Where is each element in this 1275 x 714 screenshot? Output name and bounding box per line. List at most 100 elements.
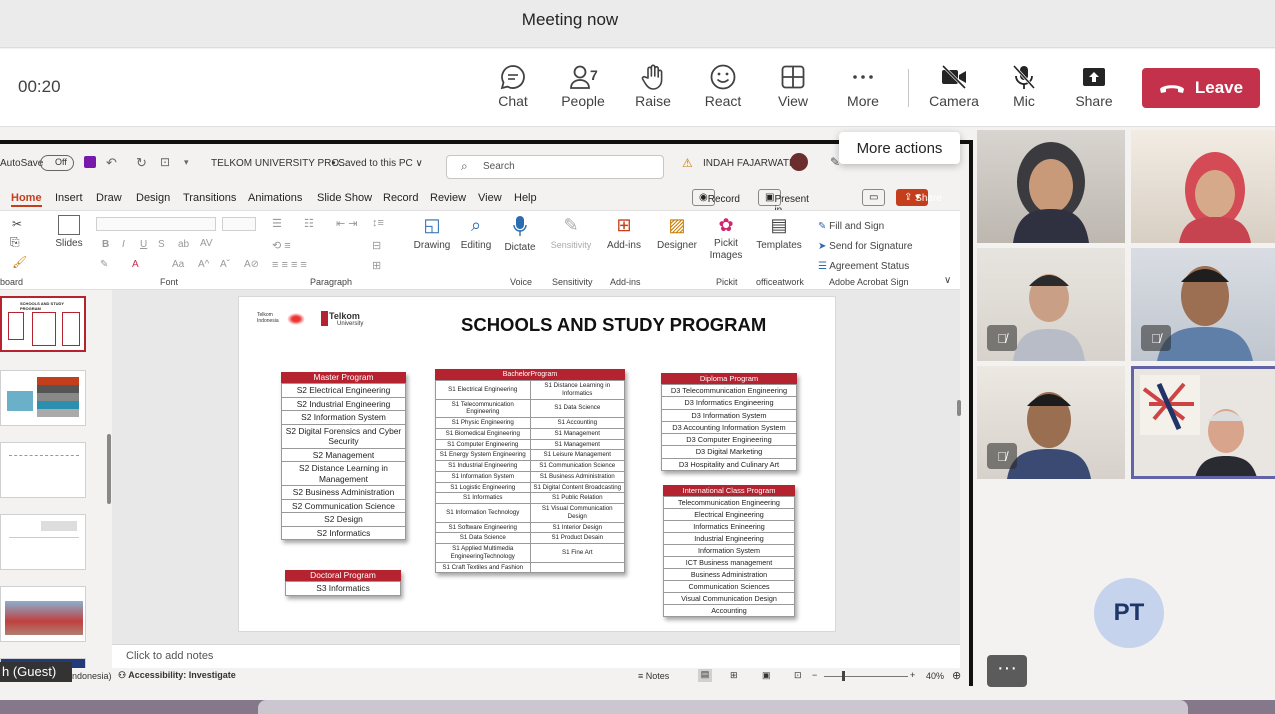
send-signature-button[interactable]: ➤ Send for Signature [818, 237, 913, 257]
user-name[interactable]: INDAH FAJARWATI [703, 158, 792, 169]
tab-home[interactable]: Home [11, 192, 42, 207]
autosave-toggle[interactable]: Off [40, 155, 74, 171]
fill-sign-button[interactable]: ✎ Fill and Sign [818, 217, 913, 237]
tab-design[interactable]: Design [136, 192, 170, 204]
line-spacing-button[interactable]: ↕≡ [372, 217, 384, 229]
tab-slide-show[interactable]: Slide Show [317, 192, 372, 204]
fit-slide-icon[interactable]: ⊕ [952, 669, 961, 682]
slide-thumbnails[interactable]: SCHOOLS AND STUDY PROGRAM [0, 290, 112, 670]
smartart-button[interactable]: ⊞ [372, 259, 381, 272]
shadow-button[interactable]: ab [178, 239, 189, 250]
underline-button[interactable]: U [140, 239, 147, 250]
slide-thumbnail[interactable] [0, 514, 86, 570]
slide-thumbnail[interactable] [0, 442, 86, 498]
grow-font-button[interactable]: A^ [198, 259, 209, 270]
view-button[interactable]: View [758, 59, 828, 109]
zoom-level[interactable]: 40% [926, 671, 944, 681]
sensitivity-button[interactable]: ✎ Sensitivity [548, 215, 594, 250]
text-direction-button[interactable]: ⟲ ≡ [272, 239, 291, 252]
current-slide[interactable]: Telkom Indonesia Telkom University SCHOO… [238, 296, 836, 632]
italic-button[interactable]: I [122, 239, 125, 250]
zoom-out-button[interactable]: − [812, 670, 817, 680]
strike-button[interactable]: S [158, 239, 165, 250]
clear-format-button[interactable]: A⊘ [244, 259, 259, 270]
participant-video[interactable] [977, 130, 1125, 243]
slide-thumbnail[interactable] [0, 370, 86, 426]
redo-icon[interactable]: ↻ [136, 155, 147, 171]
normal-view-icon[interactable]: ▤ [698, 669, 712, 682]
templates-button[interactable]: ▤ Templates [756, 215, 802, 251]
ppt-share-button[interactable]: ⇪ Share ▾ [896, 189, 942, 206]
indent-button[interactable]: ⇤ ⇥ [336, 217, 358, 230]
canvas-scrollbar[interactable] [957, 400, 961, 416]
powerpoint-window[interactable]: AutoSave Off ↶ ↻ ⊡ ▾ TELKOM UNIVERSITY P… [0, 144, 969, 686]
editing-button[interactable]: ⌕ Editing [456, 215, 496, 251]
tab-review[interactable]: Review [430, 192, 466, 204]
shrink-font-button[interactable]: Aˇ [220, 259, 230, 270]
tab-help[interactable]: Help [514, 192, 537, 204]
participant-video[interactable]: 🎙̸ [1131, 248, 1275, 361]
present-quick-icon[interactable]: ⊡ [160, 155, 170, 169]
thumbnail-scrollbar[interactable] [107, 434, 111, 504]
camera-button[interactable]: Camera [919, 59, 989, 109]
slideshow-view-icon[interactable]: ⊡ [794, 670, 802, 681]
font-color-button[interactable]: A [132, 259, 139, 270]
agreement-status-button[interactable]: ☰ Agreement Status [818, 257, 913, 277]
save-status[interactable]: • Saved to this PC ∨ [332, 158, 423, 169]
customize-qat-icon[interactable]: ▾ [184, 157, 189, 168]
highlight-icon[interactable]: ✎ [100, 259, 108, 270]
search-input[interactable]: ⌕ Search [446, 155, 664, 179]
tab-view[interactable]: View [478, 192, 502, 204]
participant-video[interactable] [1131, 130, 1275, 243]
people-button[interactable]: 7 People [548, 59, 618, 109]
tab-insert[interactable]: Insert [55, 192, 83, 204]
present-in-teams-button[interactable]: ▣ Present in Teams [758, 189, 809, 227]
font-size-select[interactable] [222, 217, 256, 231]
addins-button[interactable]: ⊞ Add-ins [604, 215, 644, 251]
pickit-button[interactable]: ✿ Pickit Images [706, 215, 746, 262]
tab-animations[interactable]: Animations [248, 192, 302, 204]
new-slide-button[interactable]: Slides [52, 215, 86, 249]
more-button[interactable]: More [828, 59, 898, 109]
raise-hand-button[interactable]: Raise [618, 59, 688, 109]
record-button[interactable]: ◉ Record [692, 189, 740, 206]
participant-video[interactable]: 🎙̸ [977, 366, 1125, 479]
save-icon[interactable] [84, 156, 96, 168]
format-painter-icon[interactable]: 🖌 [12, 255, 27, 269]
accessibility-status[interactable]: ⚇ Accessibility: Investigate [118, 670, 236, 681]
share-button[interactable]: Share [1059, 59, 1129, 109]
user-avatar[interactable] [790, 153, 808, 171]
active-speaker-video[interactable] [1131, 366, 1275, 479]
file-title[interactable]: TELKOM UNIVERSITY PRO... [211, 158, 348, 169]
change-case-button[interactable]: Aa [172, 259, 184, 270]
designer-button[interactable]: ▨ Designer [654, 215, 700, 251]
align-text-button[interactable]: ⊟ [372, 239, 381, 252]
font-family-select[interactable] [96, 217, 216, 231]
language-status[interactable]: ndonesia) [72, 671, 112, 681]
comments-icon[interactable]: ▭ [862, 189, 886, 206]
tab-record[interactable]: Record [383, 192, 418, 204]
participant-avatar[interactable]: PT [1094, 578, 1164, 648]
participant-video[interactable]: 🎙̸ [977, 248, 1125, 361]
drawing-button[interactable]: ◱ Drawing [410, 215, 454, 251]
cut-icon[interactable]: ✂ [12, 217, 22, 231]
slide-thumbnail[interactable]: SCHOOLS AND STUDY PROGRAM [0, 296, 86, 352]
char-spacing-button[interactable]: AV [200, 238, 213, 249]
numbering-button[interactable]: ☷ [304, 217, 314, 230]
sorter-view-icon[interactable]: ⊞ [730, 670, 738, 681]
dictate-button[interactable]: Dictate [500, 215, 540, 253]
zoom-slider[interactable] [824, 676, 908, 677]
copy-icon[interactable]: ⎘ [10, 235, 20, 250]
mic-button[interactable]: Mic [989, 59, 1059, 109]
tab-transitions[interactable]: Transitions [183, 192, 236, 204]
notes-pane[interactable]: Click to add notes [112, 644, 960, 668]
undo-icon[interactable]: ↶ [106, 155, 117, 171]
bullets-button[interactable]: ☰ [272, 217, 282, 230]
notes-button[interactable]: ≡ Notes [638, 671, 669, 681]
slide-thumbnail[interactable] [0, 586, 86, 642]
zoom-slider-thumb[interactable] [842, 671, 845, 681]
zoom-in-button[interactable]: + [910, 670, 915, 680]
leave-button[interactable]: Leave [1142, 68, 1260, 108]
ribbon-collapse-icon[interactable]: ∨ [944, 275, 951, 286]
reading-view-icon[interactable]: ▣ [762, 670, 771, 681]
